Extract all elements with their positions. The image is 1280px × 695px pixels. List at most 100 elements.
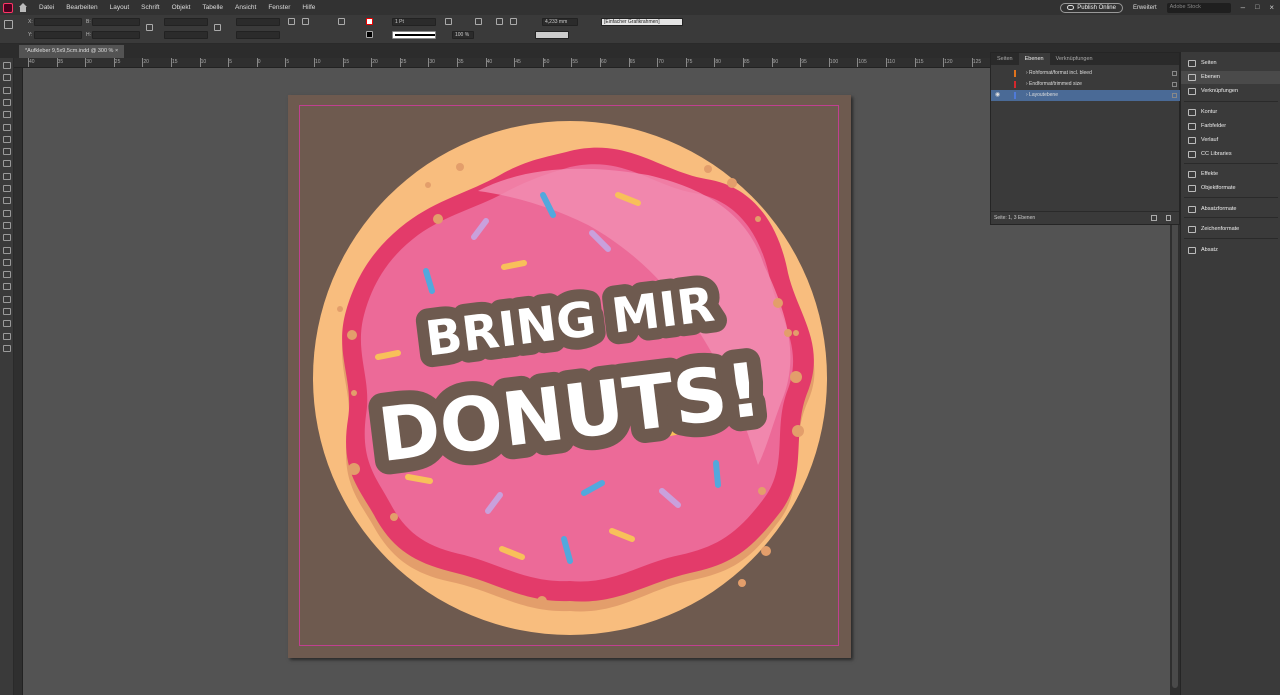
rectangle-frame-tool-icon[interactable] <box>3 172 11 180</box>
height-field[interactable] <box>92 31 140 39</box>
select-container-icon[interactable] <box>338 18 345 25</box>
dock-item-seiten[interactable]: Seiten <box>1181 57 1280 70</box>
kontur-icon <box>1188 109 1196 116</box>
layer-row[interactable]: › Rohformat/format incl. bleed <box>991 68 1181 79</box>
adobe-stock-search[interactable]: Adobe Stock <box>1166 2 1231 13</box>
shear-field[interactable] <box>236 31 280 39</box>
maximize-icon[interactable]: □ <box>1255 4 1259 11</box>
pen-tool-icon[interactable] <box>3 148 11 156</box>
tab-verknüpfungen[interactable]: Verknüpfungen <box>1050 53 1099 65</box>
ruler-tick <box>828 58 830 67</box>
direct-selection-tool-icon[interactable] <box>3 74 11 82</box>
layer-lock-icon[interactable] <box>1172 93 1177 98</box>
minimize-icon[interactable]: – <box>1241 3 1245 12</box>
fit-frame-icon[interactable] <box>510 18 517 25</box>
note-tool-icon[interactable] <box>3 246 11 254</box>
gap-tool-icon[interactable] <box>3 98 11 106</box>
visibility-eye-icon[interactable]: ◉ <box>995 90 1000 101</box>
y-position-field[interactable] <box>34 31 82 39</box>
hand-tool-icon[interactable] <box>3 271 11 279</box>
line-tool-icon[interactable] <box>3 135 11 143</box>
menu-item-objekt[interactable]: Objekt <box>170 4 193 11</box>
gradient-feather-tool-icon[interactable] <box>3 234 11 242</box>
fx-icon[interactable] <box>475 18 482 25</box>
menu-item-tabelle[interactable]: Tabelle <box>200 4 225 11</box>
menu-item-hilfe[interactable]: Hilfe <box>300 4 317 11</box>
scale-y-field[interactable] <box>164 31 208 39</box>
dock-item-kontur[interactable]: Kontur <box>1181 106 1280 119</box>
menu-item-fenster[interactable]: Fenster <box>266 4 292 11</box>
dimension-field[interactable]: 4,233 mm <box>542 18 578 26</box>
layer-lock-icon[interactable] <box>1172 71 1177 76</box>
eyedropper-tool-icon[interactable] <box>3 258 11 266</box>
apply-color-tool-icon[interactable] <box>3 308 11 315</box>
document-tab[interactable]: *Aufkleber 9,5x9,5cm.indd @ 300 % × <box>19 45 125 58</box>
layer-row[interactable]: › Endformat/trimmed size <box>991 79 1181 90</box>
menu-item-bearbeiten[interactable]: Bearbeiten <box>64 4 99 11</box>
type-tool-icon[interactable] <box>3 123 11 131</box>
free-transform-tool-icon[interactable] <box>3 209 11 217</box>
rotate-icon[interactable] <box>288 18 295 25</box>
tab-ebenen[interactable]: Ebenen <box>1018 53 1050 65</box>
x-position-field[interactable] <box>34 18 82 26</box>
dock-item-cc-libraries[interactable]: CC Libraries <box>1181 148 1280 161</box>
dock-item-effekte[interactable]: Effekte <box>1181 168 1280 181</box>
layer-row[interactable]: ◉ › Layoutebene <box>991 90 1181 101</box>
pencil-tool-icon[interactable] <box>3 160 11 168</box>
menu-item-ansicht[interactable]: Ansicht <box>233 4 258 11</box>
menu-item-layout[interactable]: Layout <box>108 4 132 11</box>
fill-none-swatch[interactable] <box>366 18 373 25</box>
dock-item-verlauf[interactable]: Verlauf <box>1181 134 1280 147</box>
fit-content-icon[interactable] <box>496 18 503 25</box>
flip-icon[interactable] <box>302 18 309 25</box>
selection-tool-icon[interactable] <box>3 62 11 69</box>
scissors-tool-icon[interactable] <box>3 197 11 205</box>
dock-item-objektformate[interactable]: Objektformate <box>1181 182 1280 195</box>
tab-close-icon[interactable]: × <box>115 48 118 54</box>
new-layer-icon[interactable] <box>1151 215 1157 221</box>
layer-lock-icon[interactable] <box>1172 82 1177 87</box>
apply-none-tool-icon[interactable] <box>3 320 11 328</box>
zoom-tool-icon[interactable] <box>3 283 11 291</box>
ruler-tick <box>857 58 859 67</box>
gradient-swatch-tool-icon[interactable] <box>3 221 11 229</box>
ruler-tick <box>514 58 516 67</box>
reference-point-icon[interactable] <box>4 20 13 29</box>
ruler-tick <box>228 58 230 67</box>
rotation-field[interactable] <box>236 18 280 26</box>
menu-item-schrift[interactable]: Schrift <box>139 4 161 11</box>
width-field[interactable] <box>92 18 140 26</box>
close-icon[interactable]: × <box>1269 3 1274 12</box>
content-collector-tool-icon[interactable] <box>3 111 11 119</box>
dock-item-zeichenformate[interactable]: Zeichenformate <box>1181 223 1280 236</box>
stroke-type-field[interactable] <box>392 31 436 39</box>
indesign-app-icon[interactable] <box>3 2 13 13</box>
corner-options-icon[interactable] <box>445 18 452 25</box>
workspace-switcher[interactable]: Erweitert <box>1133 5 1157 11</box>
trash-icon[interactable] <box>1166 215 1171 221</box>
tab-seiten[interactable]: Seiten <box>991 53 1019 65</box>
stroke-weight-field[interactable]: 1 Pt <box>392 18 436 26</box>
publish-online-button[interactable]: Publish Online <box>1060 2 1123 13</box>
scale-lock-icon[interactable] <box>214 24 221 31</box>
dock-item-farbfelder[interactable]: Farbfelder <box>1181 120 1280 133</box>
home-icon[interactable] <box>17 2 29 13</box>
dock-item-verknüpfungen[interactable]: Verknüpfungen <box>1181 85 1280 98</box>
dock-item-absatz[interactable]: Absatz <box>1181 244 1280 257</box>
ruler-label: 35 <box>57 59 64 65</box>
rectangle-tool-icon[interactable] <box>3 185 11 192</box>
view-mode-tool-icon[interactable] <box>3 332 11 340</box>
menu-item-datei[interactable]: Datei <box>37 4 56 11</box>
dock-item-absatzformate[interactable]: Absatzformate <box>1181 203 1280 216</box>
scale-x-field[interactable] <box>164 18 208 26</box>
object-style-field[interactable]: [Einfacher Grafikrahmen] <box>601 18 683 26</box>
page-tool-icon[interactable] <box>3 86 11 94</box>
dock-item-ebenen[interactable]: Ebenen <box>1181 71 1280 84</box>
constrain-proportions-icon[interactable] <box>146 24 153 31</box>
fill-stroke-tool-icon[interactable] <box>3 295 11 303</box>
stroke-black-swatch[interactable] <box>366 31 373 38</box>
opacity-field[interactable]: 100 % <box>452 31 474 39</box>
auto-fit-field[interactable] <box>535 31 569 39</box>
screen-mode-tool-icon[interactable] <box>3 344 11 352</box>
artboard-page[interactable]: BRING MIR BRING MIR DONUTS! DONUTS! <box>288 95 851 658</box>
